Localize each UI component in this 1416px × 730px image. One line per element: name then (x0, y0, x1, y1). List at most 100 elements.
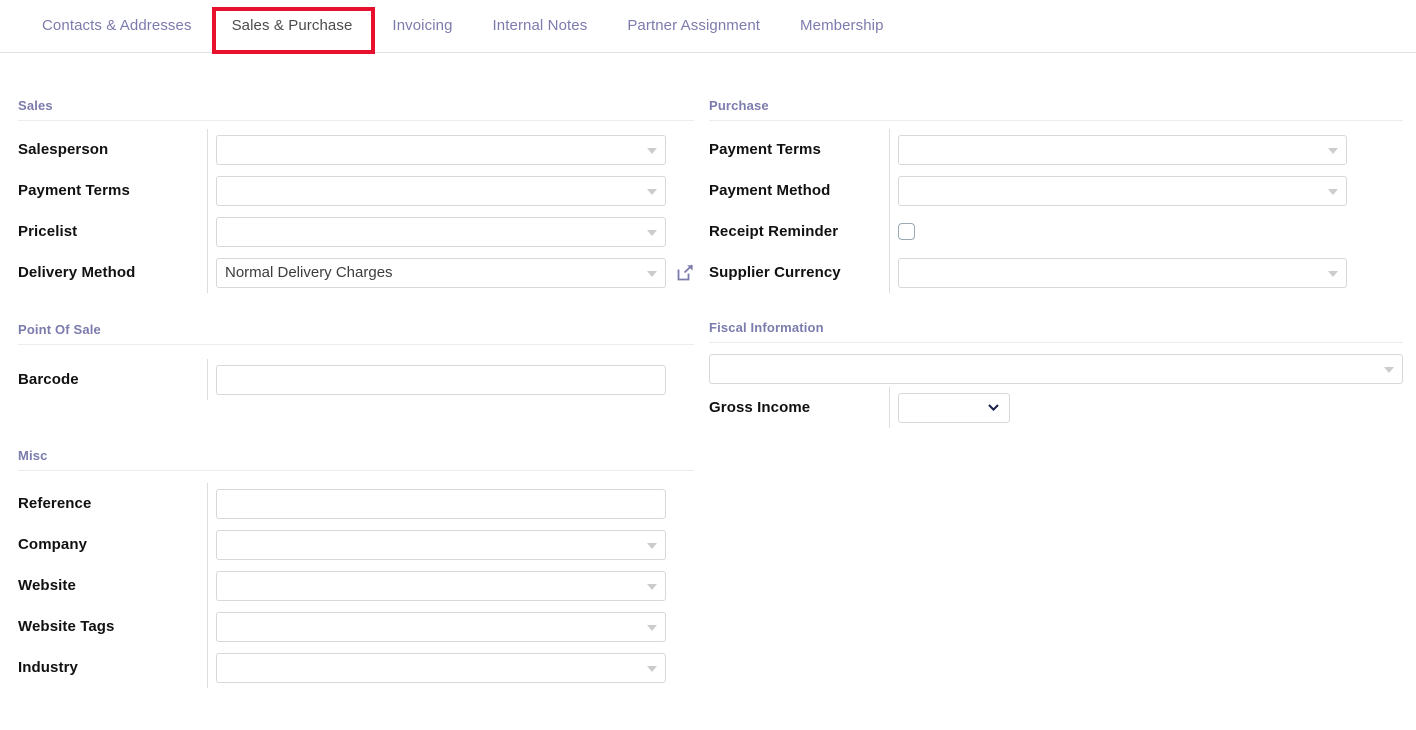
group-point-of-sale-title: Point Of Sale (18, 322, 694, 345)
tab-list: Contacts & Addresses Sales & Purchase In… (22, 0, 904, 52)
fieldwrap-delivery-method: Normal Delivery Charges (207, 252, 695, 293)
chevron-down-icon[interactable] (647, 666, 657, 672)
notebook-tabbar: Contacts & Addresses Sales & Purchase In… (0, 0, 1416, 53)
group-fiscal-information: Fiscal Information Gross Income (709, 320, 1403, 428)
input-supplier-currency[interactable] (898, 258, 1347, 288)
label-industry: Industry (18, 658, 207, 678)
field-row-website-tags: Website Tags (18, 606, 694, 647)
input-purchase-payment-terms[interactable] (898, 135, 1347, 165)
input-sales-payment-terms[interactable] (216, 176, 666, 206)
group-fiscal-information-rows: Gross Income (709, 387, 1403, 428)
field-row-company: Company (18, 524, 694, 565)
label-payment-method: Payment Method (709, 181, 889, 201)
label-purchase-payment-terms: Payment Terms (709, 140, 889, 160)
chevron-down-icon[interactable] (647, 543, 657, 549)
input-website-tags[interactable] (216, 612, 666, 642)
tab-sales-purchase[interactable]: Sales & Purchase (212, 0, 373, 52)
tab-invoicing[interactable]: Invoicing (372, 0, 472, 52)
chevron-down-icon[interactable] (647, 148, 657, 154)
field-row-salesperson: Salesperson (18, 129, 694, 170)
label-receipt-reminder: Receipt Reminder (709, 222, 889, 242)
checkbox-receipt-reminder[interactable] (898, 223, 915, 240)
fieldwrap-company (207, 524, 694, 565)
field-row-industry: Industry (18, 647, 694, 688)
group-point-of-sale: Point Of Sale Barcode (18, 322, 694, 400)
input-industry[interactable] (216, 653, 666, 683)
field-row-receipt-reminder: Receipt Reminder (709, 211, 1403, 252)
field-row-reference: Reference (18, 483, 694, 524)
tab-membership[interactable]: Membership (780, 0, 904, 52)
form-sales-purchase-page: Contacts & Addresses Sales & Purchase In… (0, 0, 1416, 730)
chevron-down-icon[interactable] (1384, 367, 1394, 373)
chevron-down-icon[interactable] (1328, 271, 1338, 277)
field-row-supplier-currency: Supplier Currency (709, 252, 1403, 293)
label-website: Website (18, 576, 207, 596)
group-purchase-rows: Payment Terms Payment Method (709, 129, 1403, 293)
fieldwrap-reference (207, 483, 694, 524)
left-column: Sales Salesperson Payment Terms (18, 53, 694, 688)
field-row-barcode: Barcode (18, 359, 694, 400)
right-column: Purchase Payment Terms Payment Method (709, 53, 1403, 428)
input-website[interactable] (216, 571, 666, 601)
label-company: Company (18, 535, 207, 555)
input-barcode[interactable] (216, 365, 666, 395)
input-reference[interactable] (216, 489, 666, 519)
group-point-of-sale-rows: Barcode (18, 359, 694, 400)
input-payment-method[interactable] (898, 176, 1347, 206)
tab-internal-notes[interactable]: Internal Notes (473, 0, 608, 52)
field-row-sales-payment-terms: Payment Terms (18, 170, 694, 211)
group-misc: Misc Reference Company (18, 448, 694, 688)
fieldwrap-barcode (207, 359, 694, 400)
label-salesperson: Salesperson (18, 140, 207, 160)
group-misc-title: Misc (18, 448, 694, 471)
group-sales-title: Sales (18, 98, 694, 121)
label-website-tags: Website Tags (18, 617, 207, 637)
group-purchase-title: Purchase (709, 98, 1403, 121)
fieldwrap-salesperson (207, 129, 694, 170)
field-row-website: Website (18, 565, 694, 606)
chevron-down-icon[interactable] (647, 271, 657, 277)
fieldwrap-purchase-payment-terms (889, 129, 1403, 170)
chevron-down-icon[interactable] (647, 625, 657, 631)
label-barcode: Barcode (18, 370, 207, 390)
fieldwrap-sales-payment-terms (207, 170, 694, 211)
input-company[interactable] (216, 530, 666, 560)
input-delivery-method[interactable]: Normal Delivery Charges (216, 258, 666, 288)
fieldwrap-website (207, 565, 694, 606)
fieldwrap-website-tags (207, 606, 694, 647)
chevron-down-icon[interactable] (1328, 189, 1338, 195)
field-row-pricelist: Pricelist (18, 211, 694, 252)
group-purchase: Purchase Payment Terms Payment Method (709, 98, 1403, 293)
fieldwrap-supplier-currency (889, 252, 1403, 293)
fieldwrap-gross-income (889, 387, 1403, 428)
chevron-down-icon[interactable] (647, 584, 657, 590)
label-reference: Reference (18, 494, 207, 514)
label-sales-payment-terms: Payment Terms (18, 181, 207, 201)
field-row-purchase-payment-terms: Payment Terms (709, 129, 1403, 170)
select-gross-income[interactable] (898, 393, 1010, 423)
fieldwrap-industry (207, 647, 694, 688)
label-supplier-currency: Supplier Currency (709, 263, 889, 283)
label-pricelist: Pricelist (18, 222, 207, 242)
chevron-down-icon[interactable] (647, 230, 657, 236)
group-sales: Sales Salesperson Payment Terms (18, 98, 694, 293)
input-pricelist[interactable] (216, 217, 666, 247)
tab-partner-assignment[interactable]: Partner Assignment (607, 0, 780, 52)
tab-contacts-addresses[interactable]: Contacts & Addresses (22, 0, 212, 52)
form-sheet: Sales Salesperson Payment Terms (0, 53, 1416, 730)
chevron-down-icon[interactable] (1328, 148, 1338, 154)
input-fiscal-position[interactable] (709, 354, 1403, 384)
field-row-delivery-method: Delivery Method Normal Delivery Charges (18, 252, 694, 293)
group-sales-rows: Salesperson Payment Terms (18, 129, 694, 293)
fieldwrap-receipt-reminder (889, 211, 1403, 252)
fieldwrap-pricelist (207, 211, 694, 252)
fieldwrap-payment-method (889, 170, 1403, 211)
field-row-gross-income: Gross Income (709, 387, 1403, 428)
group-misc-rows: Reference Company (18, 483, 694, 688)
chevron-down-icon[interactable] (647, 189, 657, 195)
chevron-down-icon[interactable] (988, 404, 999, 411)
label-gross-income: Gross Income (709, 398, 889, 418)
group-fiscal-information-title: Fiscal Information (709, 320, 1403, 343)
input-salesperson[interactable] (216, 135, 666, 165)
external-link-icon[interactable] (675, 263, 695, 283)
